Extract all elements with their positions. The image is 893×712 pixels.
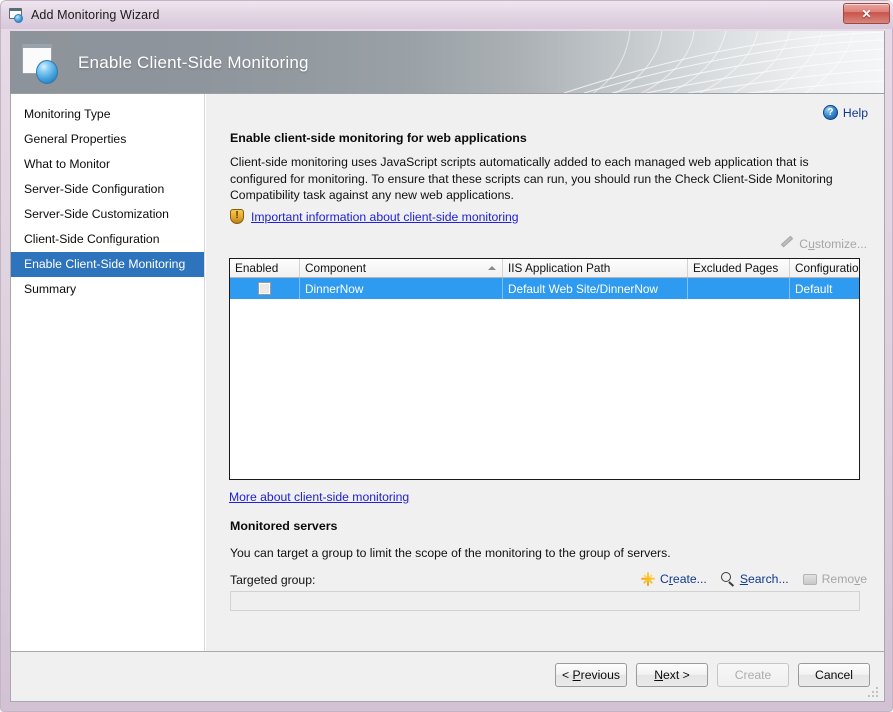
- cancel-button-label: Cancel: [815, 668, 853, 682]
- pencil-icon: [781, 238, 794, 251]
- more-about-link[interactable]: More about client-side monitoring: [229, 490, 409, 504]
- column-header-component[interactable]: Component: [300, 259, 503, 277]
- wizard-window: Add Monitoring Wizard ✕: [0, 0, 893, 712]
- table-row[interactable]: DinnerNow Default Web Site/DinnerNow Def…: [230, 278, 859, 299]
- target-actions: Create... Search... Remove: [641, 572, 867, 586]
- monitored-servers-heading: Monitored servers: [230, 519, 337, 533]
- wizard-footer: < Previous Next > Create Cancel: [10, 652, 885, 702]
- help-label: Help: [843, 106, 868, 120]
- next-button-label: Next >: [654, 668, 690, 682]
- cell-iis-application-path: Default Web Site/DinnerNow: [503, 278, 688, 299]
- sidebar-item-client-side-configuration[interactable]: Client-Side Configuration: [11, 227, 204, 252]
- previous-button-label: < Previous: [562, 668, 620, 682]
- banner-icon: [22, 42, 64, 84]
- mesh-graphic: [554, 31, 884, 94]
- column-header-excluded-pages[interactable]: Excluded Pages: [688, 259, 790, 277]
- sort-ascending-icon: [488, 266, 496, 270]
- create-group-label: Create...: [660, 572, 707, 586]
- sidebar-item-server-side-customization[interactable]: Server-Side Customization: [11, 202, 204, 227]
- footer-button-row: < Previous Next > Create Cancel: [555, 663, 870, 687]
- sidebar-item-server-side-configuration[interactable]: Server-Side Configuration: [11, 177, 204, 202]
- sidebar-item-general-properties[interactable]: General Properties: [11, 127, 204, 152]
- important-information-link[interactable]: ! Important information about client-sid…: [230, 209, 519, 224]
- column-header-enabled[interactable]: Enabled: [230, 259, 300, 277]
- monitored-servers-description: You can target a group to limit the scop…: [230, 545, 830, 562]
- wizard-step-list: Monitoring Type General Properties What …: [11, 94, 205, 652]
- important-information-label: Important information about client-side …: [251, 210, 519, 224]
- wizard-body: Monitoring Type General Properties What …: [10, 94, 885, 652]
- targeted-group-input[interactable]: [230, 591, 860, 611]
- remove-group-button[interactable]: Remove: [803, 572, 867, 586]
- wizard-banner: Enable Client-Side Monitoring: [10, 31, 885, 94]
- sidebar-item-monitoring-type[interactable]: Monitoring Type: [11, 102, 204, 127]
- sidebar-item-summary[interactable]: Summary: [11, 277, 204, 302]
- window-icon: [9, 7, 25, 23]
- search-group-button[interactable]: Search...: [721, 572, 789, 586]
- search-group-label: Search...: [740, 572, 789, 586]
- targeted-group-label: Targeted group:: [230, 573, 315, 587]
- cell-configuration: Default: [790, 278, 859, 299]
- cell-enabled[interactable]: [230, 278, 300, 299]
- resize-grip-icon[interactable]: [867, 686, 879, 698]
- column-header-configuration[interactable]: Configuration: [790, 259, 859, 277]
- help-link[interactable]: ? Help: [823, 105, 868, 120]
- create-button-label: Create: [735, 668, 772, 682]
- sidebar-item-enable-client-side-monitoring[interactable]: Enable Client-Side Monitoring: [11, 252, 204, 277]
- cell-excluded-pages: [688, 278, 790, 299]
- close-button[interactable]: ✕: [843, 3, 890, 24]
- next-button[interactable]: Next >: [636, 663, 708, 687]
- description-text: Client-side monitoring uses JavaScript s…: [230, 154, 850, 204]
- star-burst-icon: [641, 572, 655, 586]
- banner-title: Enable Client-Side Monitoring: [78, 31, 309, 94]
- magnifier-icon: [721, 572, 735, 586]
- customize-button[interactable]: Customize...: [781, 237, 867, 251]
- wizard-content: ? Help Enable client-side monitoring for…: [206, 94, 885, 652]
- close-icon: ✕: [861, 8, 871, 20]
- customize-label: Customize...: [799, 237, 867, 251]
- window-title: Add Monitoring Wizard: [31, 8, 160, 22]
- question-circle-icon: ?: [823, 105, 838, 120]
- column-header-iis-application-path[interactable]: IIS Application Path: [503, 259, 688, 277]
- cell-component: DinnerNow: [300, 278, 503, 299]
- remove-icon: [803, 574, 817, 585]
- column-header-component-label: Component: [305, 261, 366, 275]
- create-button[interactable]: Create: [717, 663, 789, 687]
- components-grid[interactable]: Enabled Component IIS Application Path E…: [229, 258, 860, 480]
- warning-shield-icon: !: [230, 209, 244, 224]
- enabled-checkbox[interactable]: [258, 282, 271, 295]
- remove-group-label: Remove: [822, 572, 867, 586]
- create-group-button[interactable]: Create...: [641, 572, 707, 586]
- sidebar-item-what-to-monitor[interactable]: What to Monitor: [11, 152, 204, 177]
- page-title: Enable client-side monitoring for web ap…: [230, 131, 527, 145]
- cancel-button[interactable]: Cancel: [798, 663, 870, 687]
- title-bar: Add Monitoring Wizard ✕: [1, 1, 893, 29]
- grid-header-row: Enabled Component IIS Application Path E…: [230, 259, 859, 278]
- previous-button[interactable]: < Previous: [555, 663, 627, 687]
